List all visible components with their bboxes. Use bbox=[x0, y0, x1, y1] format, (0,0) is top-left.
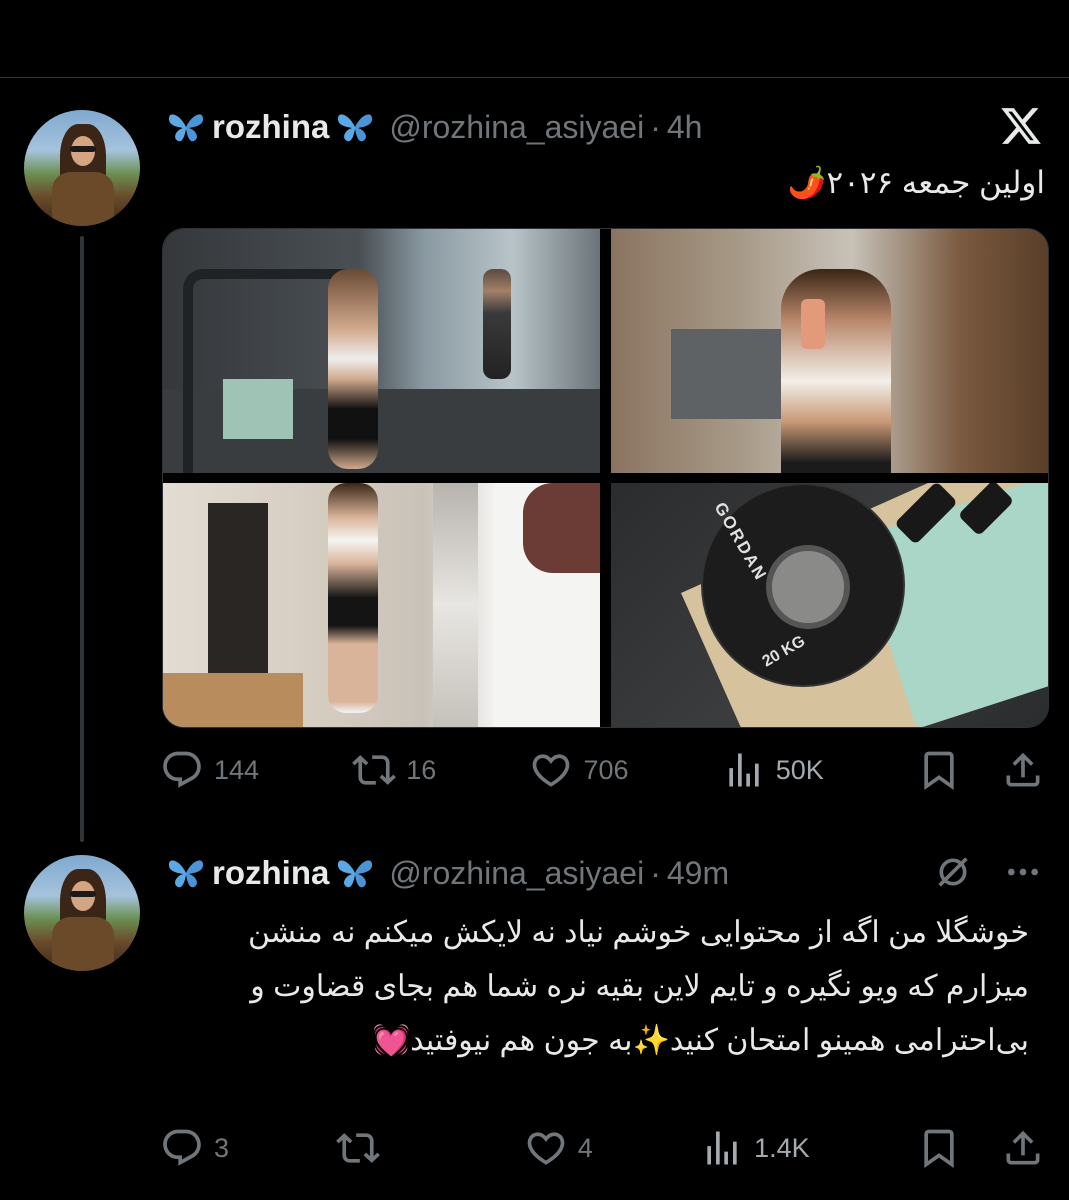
butterfly-icon bbox=[168, 860, 204, 888]
reply-button[interactable]: 3 bbox=[160, 1126, 229, 1170]
tweet-text: اولین جمعه ۲۰۲۶🌶️ bbox=[787, 165, 1045, 200]
photo-weight-plate[interactable]: GORDAN 20 KG bbox=[611, 483, 1048, 727]
more-icon[interactable] bbox=[1003, 852, 1043, 892]
user-handle[interactable]: @rozhina_asiyaei bbox=[389, 109, 644, 146]
avatar[interactable] bbox=[24, 855, 140, 971]
grok-icon[interactable] bbox=[933, 852, 973, 892]
like-button[interactable]: 4 bbox=[524, 1126, 593, 1170]
retweet-button[interactable] bbox=[336, 1126, 416, 1170]
tweet-header-icons bbox=[933, 852, 1043, 892]
reply-count: 3 bbox=[214, 1132, 230, 1163]
timestamp[interactable]: 49m bbox=[667, 855, 729, 892]
top-divider bbox=[0, 77, 1069, 78]
reply-button[interactable]: 144 bbox=[160, 748, 259, 792]
like-icon bbox=[527, 1132, 565, 1165]
like-count: 706 bbox=[583, 754, 629, 785]
views-icon bbox=[729, 753, 759, 787]
media-grid[interactable]: GORDAN 20 KG bbox=[162, 228, 1049, 728]
tweet-extra-actions bbox=[917, 1126, 1045, 1170]
bookmark-icon[interactable] bbox=[917, 1126, 961, 1170]
share-icon[interactable] bbox=[1001, 748, 1045, 792]
dot-separator: · bbox=[650, 108, 661, 145]
share-icon[interactable] bbox=[1001, 1126, 1045, 1170]
views-count: 50K bbox=[775, 754, 824, 785]
views-button[interactable]: 50K bbox=[722, 748, 824, 792]
tweet-extra-actions bbox=[917, 748, 1045, 792]
views-icon bbox=[707, 1131, 737, 1165]
tweet-text: خوشگلا من اگه از محتوایی خوشم نیاد نه لا… bbox=[247, 916, 1029, 1057]
butterfly-icon bbox=[338, 860, 373, 888]
user-handle[interactable]: @rozhina_asiyaei bbox=[389, 855, 644, 892]
reply-icon bbox=[163, 751, 201, 788]
avatar[interactable] bbox=[24, 110, 140, 226]
display-name[interactable]: rozhina bbox=[212, 854, 329, 892]
tweet-actions: 144 16 706 50K bbox=[160, 748, 1045, 792]
x-logo-icon bbox=[1001, 108, 1041, 144]
like-icon bbox=[533, 754, 570, 787]
retweet-icon bbox=[352, 755, 397, 785]
tweet-header: rozhina @rozhina_asiyaei · 49m bbox=[166, 848, 729, 898]
tweet-actions: 3 4 1.4K bbox=[160, 1126, 1045, 1170]
photo-gym-selfie[interactable] bbox=[163, 229, 600, 473]
photo-locker-selfie[interactable] bbox=[611, 229, 1048, 473]
views-count: 1.4K bbox=[754, 1132, 810, 1163]
like-count: 4 bbox=[577, 1132, 593, 1163]
retweet-icon bbox=[336, 1133, 381, 1163]
display-name[interactable]: rozhina bbox=[212, 108, 329, 146]
thread-connector bbox=[80, 236, 84, 842]
butterfly-icon bbox=[168, 114, 204, 142]
tweet-header: rozhina @rozhina_asiyaei · 4h bbox=[166, 102, 702, 152]
retweet-button[interactable]: 16 bbox=[352, 748, 436, 792]
butterfly-icon bbox=[338, 114, 373, 142]
views-button[interactable]: 1.4K bbox=[700, 1126, 810, 1170]
dot-separator: · bbox=[650, 854, 661, 891]
bookmark-icon[interactable] bbox=[917, 748, 961, 792]
reply-icon bbox=[163, 1129, 201, 1166]
like-button[interactable]: 706 bbox=[529, 748, 629, 792]
retweet-count: 16 bbox=[406, 754, 437, 785]
reply-count: 144 bbox=[214, 754, 260, 785]
photo-full-body-selfie[interactable] bbox=[163, 483, 600, 727]
timestamp[interactable]: 4h bbox=[667, 109, 703, 146]
